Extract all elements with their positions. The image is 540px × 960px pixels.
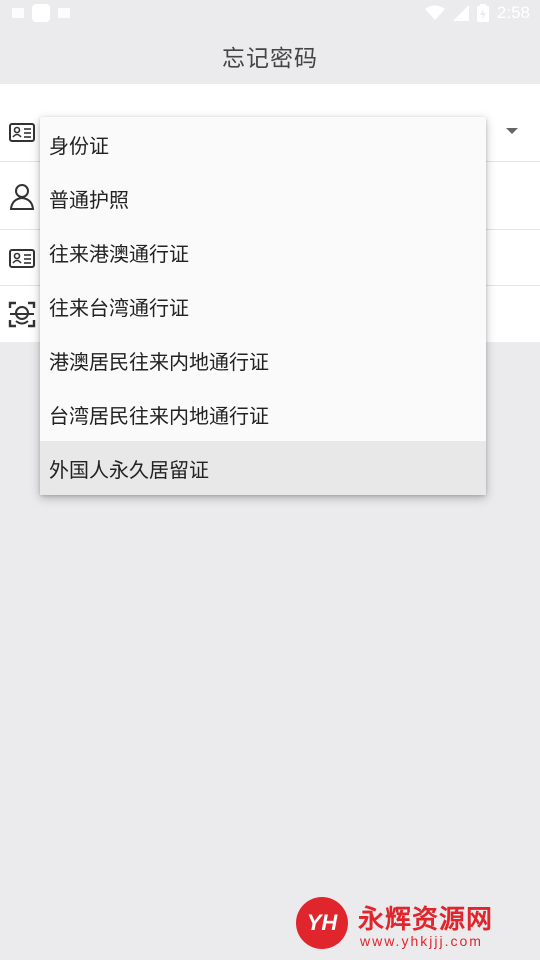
menu-item-label: 港澳居民往来内地通行证: [49, 349, 269, 374]
signal-icon: [452, 5, 469, 21]
menu-item-id-card[interactable]: 身份证: [40, 117, 486, 171]
menu-item-taiwan-pass[interactable]: 往来台湾通行证: [40, 279, 486, 333]
chevron-down-icon[interactable]: [506, 128, 518, 134]
keyboard-icon: [12, 8, 24, 18]
menu-item-label: 普通护照: [49, 187, 129, 212]
status-bar: 2:58: [0, 0, 540, 28]
id-card-icon: [9, 123, 35, 142]
watermark-name: 永辉资源网: [358, 905, 494, 935]
id-type-dropdown-menu: 身份证 普通护照 往来港澳通行证 往来台湾通行证 港澳居民往来内地通行证 台湾居…: [40, 117, 486, 495]
id-card-icon: [9, 249, 35, 268]
menu-item-hk-macau-resident-pass[interactable]: 港澳居民往来内地通行证: [40, 333, 486, 387]
app-a-icon: [58, 8, 70, 18]
page-title: 忘记密码: [222, 46, 318, 72]
menu-item-label: 往来台湾通行证: [49, 295, 189, 320]
status-left-icons: [12, 4, 70, 22]
battery-icon: [476, 4, 489, 22]
menu-item-label: 台湾居民往来内地通行证: [49, 403, 269, 428]
menu-item-hk-macau-pass[interactable]: 往来港澳通行证: [40, 225, 486, 279]
wifi-icon: [424, 5, 445, 20]
title-bar: 忘记密码: [0, 28, 540, 84]
menu-item-foreign-permanent-residence[interactable]: 外国人永久居留证: [40, 441, 486, 495]
watermark-url: www.yhkjjj.com: [360, 933, 483, 949]
watermark: YH 永辉资源网 www.yhkjjj.com: [296, 897, 526, 955]
square-icon: [32, 4, 50, 22]
status-right-icons: 2:58: [424, 3, 530, 23]
face-scan-icon: [8, 301, 36, 328]
menu-item-label: 身份证: [49, 133, 109, 158]
menu-item-taiwan-resident-pass[interactable]: 台湾居民往来内地通行证: [40, 387, 486, 441]
menu-item-label: 往来港澳通行证: [49, 241, 189, 266]
menu-item-label: 外国人永久居留证: [49, 457, 209, 482]
person-icon: [9, 184, 35, 210]
watermark-logo: YH: [296, 897, 348, 949]
status-time: 2:58: [496, 3, 530, 22]
menu-item-passport[interactable]: 普通护照: [40, 171, 486, 225]
